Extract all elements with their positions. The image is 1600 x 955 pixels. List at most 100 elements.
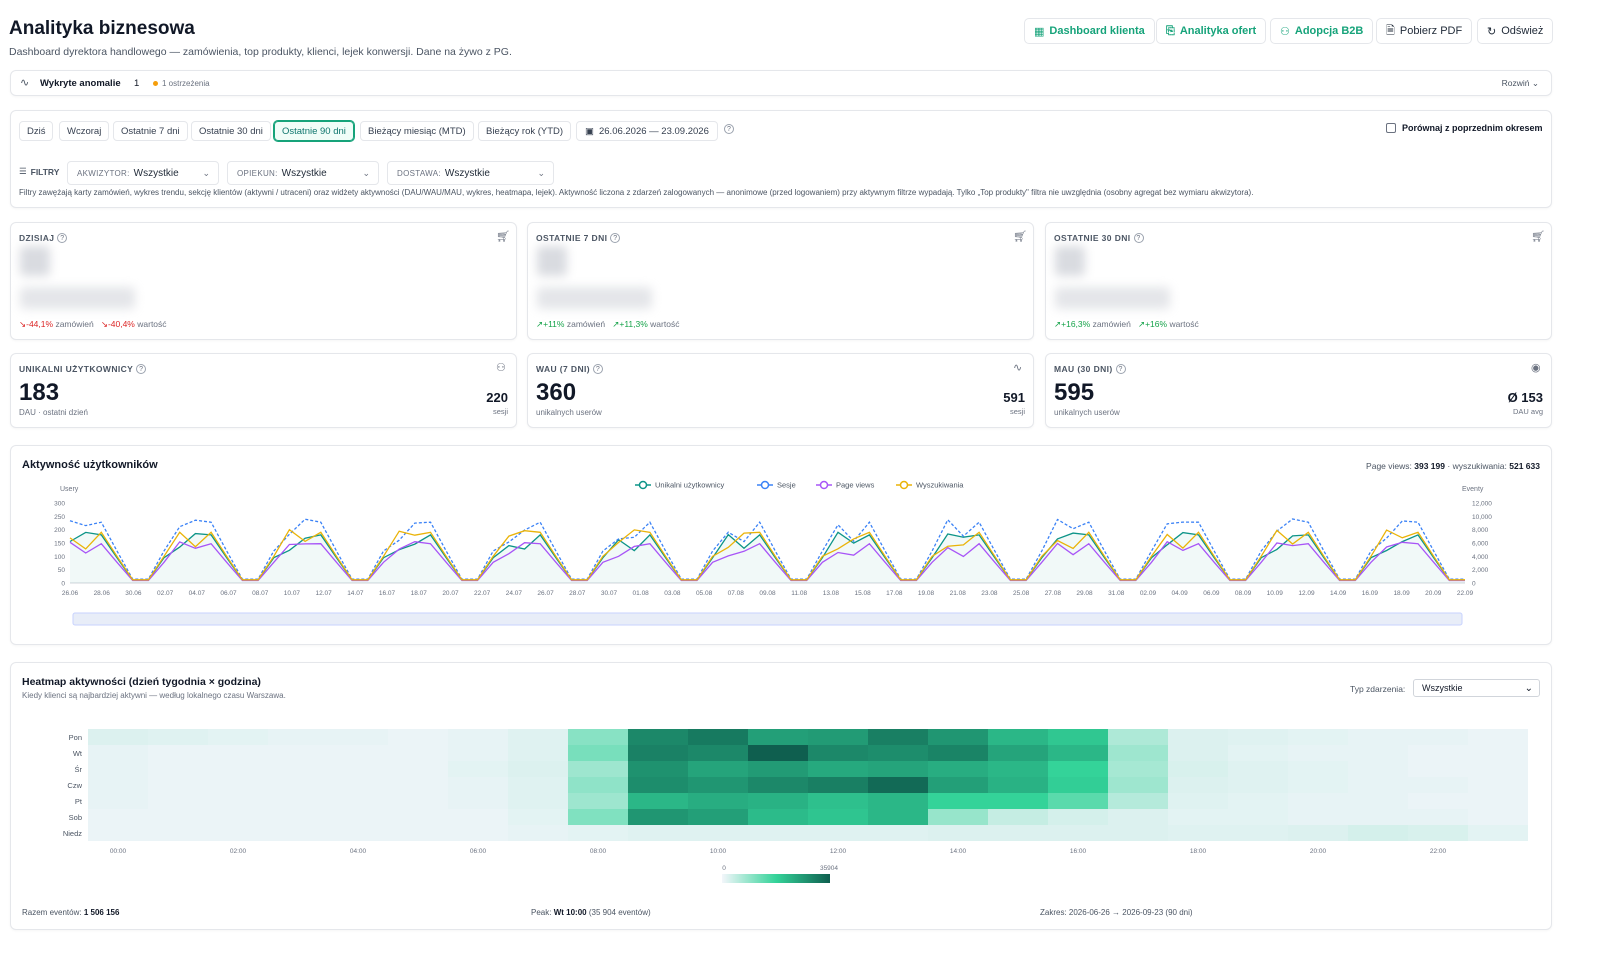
heatmap-cell[interactable]: [748, 793, 808, 809]
heatmap-cell[interactable]: [268, 793, 328, 809]
opiekun-select[interactable]: OPIEKUN: Wszystkie ⌄: [227, 161, 379, 185]
heatmap-cell[interactable]: [1468, 793, 1528, 809]
heatmap-cell[interactable]: [1108, 729, 1168, 745]
heatmap-cell[interactable]: [88, 825, 148, 841]
heatmap-cell[interactable]: [628, 777, 688, 793]
heatmap-cell[interactable]: [448, 761, 508, 777]
heatmap-cell[interactable]: [388, 777, 448, 793]
heatmap-cell[interactable]: [1108, 745, 1168, 761]
heatmap-cell[interactable]: [508, 761, 568, 777]
range-chip[interactable]: Dziś: [19, 121, 54, 141]
heatmap-cell[interactable]: [868, 825, 928, 841]
heatmap-cell[interactable]: [628, 745, 688, 761]
heatmap-cell[interactable]: [928, 761, 988, 777]
heatmap-cell[interactable]: [928, 729, 988, 745]
heatmap-cell[interactable]: [1228, 825, 1288, 841]
heatmap-cell[interactable]: [1228, 729, 1288, 745]
heatmap-cell[interactable]: [508, 825, 568, 841]
heatmap-cell[interactable]: [808, 809, 868, 825]
dashboard-klienta-button[interactable]: ▦ Dashboard klienta: [1024, 18, 1155, 44]
heatmap-cell[interactable]: [1348, 793, 1408, 809]
heatmap-cell[interactable]: [1348, 761, 1408, 777]
heatmap-cell[interactable]: [1408, 777, 1468, 793]
download-pdf-button[interactable]: 🗎 Pobierz PDF: [1376, 18, 1473, 44]
heatmap-cell[interactable]: [928, 745, 988, 761]
heatmap-cell[interactable]: [148, 809, 208, 825]
heatmap-cell[interactable]: [328, 745, 388, 761]
heatmap-cell[interactable]: [1108, 809, 1168, 825]
heatmap-cell[interactable]: [748, 745, 808, 761]
heatmap-cell[interactable]: [1468, 745, 1528, 761]
heatmap-cell[interactable]: [868, 761, 928, 777]
heatmap-cell[interactable]: [748, 825, 808, 841]
heatmap-cell[interactable]: [268, 761, 328, 777]
heatmap-cell[interactable]: [1228, 777, 1288, 793]
heatmap-cell[interactable]: [868, 809, 928, 825]
heatmap-cell[interactable]: [868, 745, 928, 761]
heatmap-cell[interactable]: [328, 761, 388, 777]
help-icon[interactable]: ?: [1133, 233, 1144, 243]
heatmap-cell[interactable]: [1288, 809, 1348, 825]
heatmap-cell[interactable]: [1108, 793, 1168, 809]
heatmap-cell[interactable]: [148, 729, 208, 745]
heatmap-cell[interactable]: [448, 825, 508, 841]
heatmap-cell[interactable]: [868, 777, 928, 793]
heatmap-cell[interactable]: [1048, 745, 1108, 761]
heatmap-cell[interactable]: [448, 729, 508, 745]
event-type-select[interactable]: Wszystkie ⌄: [1413, 679, 1540, 697]
range-chip[interactable]: Bieżący miesiąc (MTD): [360, 121, 474, 141]
heatmap-cell[interactable]: [1048, 777, 1108, 793]
help-icon[interactable]: ?: [1115, 364, 1126, 374]
heatmap-cell[interactable]: [448, 809, 508, 825]
heatmap-cell[interactable]: [928, 777, 988, 793]
heatmap-cell[interactable]: [148, 777, 208, 793]
heatmap-cell[interactable]: [1048, 825, 1108, 841]
heatmap-cell[interactable]: [1288, 825, 1348, 841]
heatmap-cell[interactable]: [1288, 729, 1348, 745]
heatmap-cell[interactable]: [1108, 825, 1168, 841]
help-icon[interactable]: ?: [57, 233, 68, 243]
heatmap-cell[interactable]: [148, 793, 208, 809]
analityka-ofert-button[interactable]: ⎘ Analityka ofert: [1156, 18, 1267, 44]
heatmap-cell[interactable]: [1468, 761, 1528, 777]
heatmap-cell[interactable]: [748, 809, 808, 825]
activity-heatmap[interactable]: Pon Wt Śr Czw Pt Sob Niedz 00:00 02:00 04:00 06:00…: [10, 718, 1552, 918]
heatmap-cell[interactable]: [988, 729, 1048, 745]
heatmap-cell[interactable]: [928, 793, 988, 809]
heatmap-cell[interactable]: [268, 809, 328, 825]
heatmap-cell[interactable]: [868, 793, 928, 809]
heatmap-cell[interactable]: [868, 729, 928, 745]
heatmap-cell[interactable]: [508, 729, 568, 745]
heatmap-cell[interactable]: [688, 729, 748, 745]
heatmap-cell[interactable]: [1348, 745, 1408, 761]
legend-label[interactable]: Sesje: [777, 481, 796, 490]
heatmap-cell[interactable]: [1468, 777, 1528, 793]
heatmap-cell[interactable]: [1048, 793, 1108, 809]
heatmap-cell[interactable]: [328, 729, 388, 745]
heatmap-cell[interactable]: [568, 745, 628, 761]
heatmap-cell[interactable]: [148, 825, 208, 841]
heatmap-cell[interactable]: [208, 729, 268, 745]
heatmap-cell[interactable]: [1048, 729, 1108, 745]
heatmap-cell[interactable]: [88, 729, 148, 745]
heatmap-cell[interactable]: [208, 761, 268, 777]
heatmap-cell[interactable]: [88, 777, 148, 793]
heatmap-cell[interactable]: [628, 729, 688, 745]
heatmap-cell[interactable]: [388, 793, 448, 809]
help-icon[interactable]: ?: [136, 364, 147, 374]
heatmap-cell[interactable]: [988, 809, 1048, 825]
heatmap-cell[interactable]: [1228, 793, 1288, 809]
heatmap-cell[interactable]: [1228, 809, 1288, 825]
heatmap-cell[interactable]: [388, 729, 448, 745]
heatmap-cell[interactable]: [748, 761, 808, 777]
heatmap-cell[interactable]: [328, 809, 388, 825]
heatmap-cell[interactable]: [1468, 809, 1528, 825]
heatmap-cell[interactable]: [388, 761, 448, 777]
help-icon[interactable]: ?: [610, 233, 621, 243]
help-icon[interactable]: ?: [592, 364, 603, 374]
heatmap-cell[interactable]: [328, 777, 388, 793]
range-chip[interactable]: Ostatnie 90 dni: [273, 120, 355, 142]
heatmap-cell[interactable]: [1228, 745, 1288, 761]
heatmap-cell[interactable]: [88, 745, 148, 761]
compare-checkbox[interactable]: Porównaj z poprzednim okresem: [1386, 123, 1543, 133]
